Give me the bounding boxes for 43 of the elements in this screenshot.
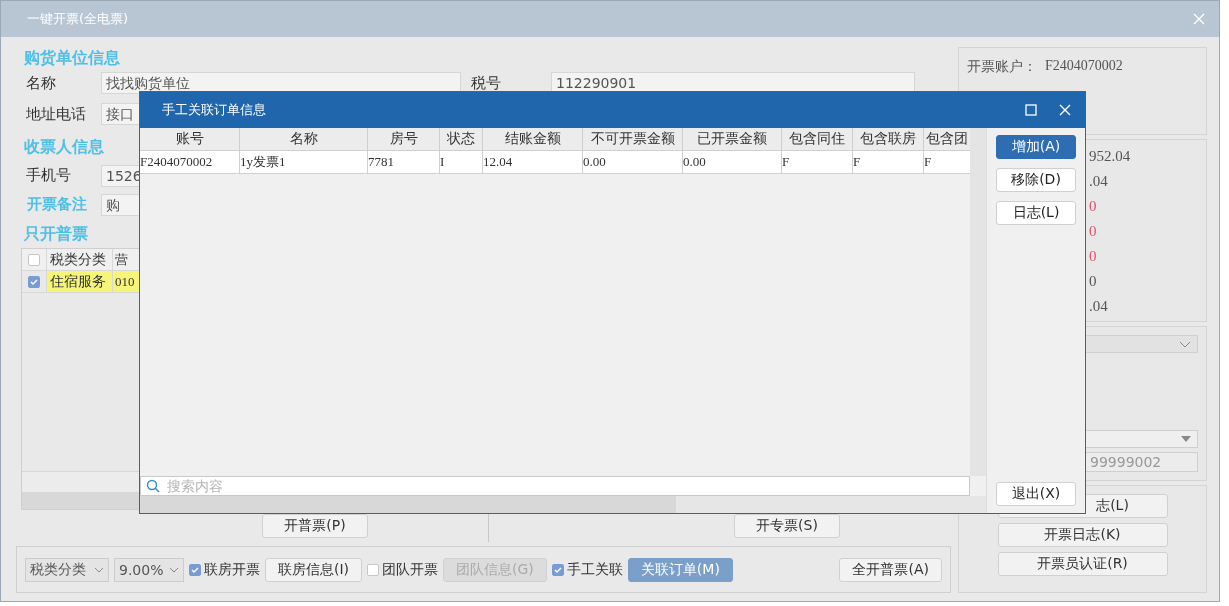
table-cell: F2404070002 xyxy=(140,151,240,173)
field-label: 手机号 xyxy=(25,166,72,185)
table-cell: 1y发票1 xyxy=(240,151,368,173)
field-label: 税号 xyxy=(470,73,502,93)
table-cell: 0.00 xyxy=(683,151,782,173)
table-cell: I xyxy=(440,151,483,173)
column-header: 包含同住 xyxy=(782,128,853,150)
table-cell: 住宿服务 xyxy=(47,271,113,292)
dropdown-value: 9.00% xyxy=(119,561,164,578)
table-cell: F xyxy=(782,151,853,173)
table-cell: 12.04 xyxy=(483,151,583,173)
field-label: 地址电话 xyxy=(25,104,87,124)
account-number: F2404070002 xyxy=(1045,58,1123,75)
column-header: 房号 xyxy=(368,128,440,150)
column-header: 结账金额 xyxy=(483,128,583,150)
checkbox-label: 手工关联 xyxy=(566,560,623,579)
amount-value: 952.04 xyxy=(1089,148,1132,166)
amount-value: 0 xyxy=(1089,273,1098,291)
table-cell: F xyxy=(853,151,924,173)
column-header: 已开票金额 xyxy=(683,128,782,150)
section-heading: 购货单位信息 xyxy=(24,47,120,69)
table-cell: 0.00 xyxy=(583,151,683,173)
column-header: 税类分类 xyxy=(47,249,113,270)
amount-value: 0 xyxy=(1089,248,1098,266)
dialog-title: 手工关联订单信息 xyxy=(162,101,267,119)
amount-value: .04 xyxy=(1089,298,1109,316)
dropdown-value: 税类分类 xyxy=(30,560,86,579)
field-label: 开票账户： xyxy=(967,58,1037,76)
amount-value: 0 xyxy=(1089,223,1098,241)
checkbox-label: 团队开票 xyxy=(382,560,439,579)
column-header: 不可开票金额 xyxy=(583,128,683,150)
column-header: 包含联房 xyxy=(853,128,924,150)
field-label: 名称 xyxy=(25,73,57,93)
column-header: 名称 xyxy=(240,128,368,150)
amount-value: 0 xyxy=(1089,198,1098,216)
field-label: 开票备注 xyxy=(26,195,88,214)
column-header: 账号 xyxy=(140,128,240,150)
amount-value: .04 xyxy=(1089,173,1109,191)
section-heading: 只开普票 xyxy=(24,223,88,245)
column-header: 状态 xyxy=(440,128,483,150)
table-cell: 7781 xyxy=(368,151,440,173)
section-heading: 收票人信息 xyxy=(24,136,104,158)
checkbox-label: 联房开票 xyxy=(204,560,260,579)
